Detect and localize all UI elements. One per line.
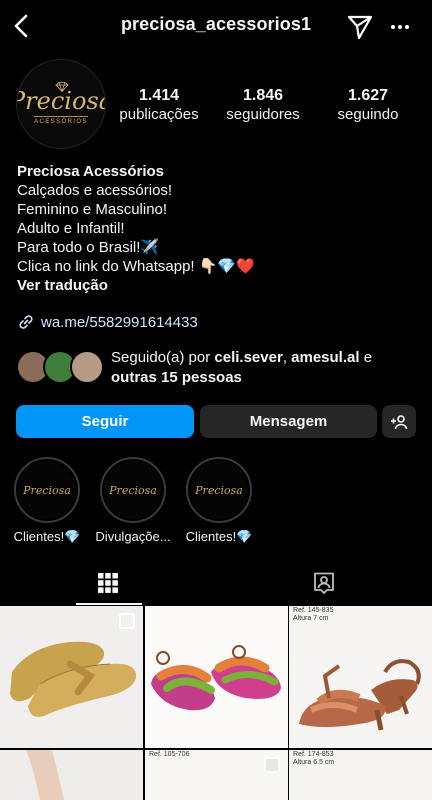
highlight-cover: Preciosa [18, 461, 76, 519]
story-highlight[interactable]: Preciosa Clientes!💎 [175, 457, 263, 545]
ref-code: Ref. 105-706 [149, 751, 190, 758]
carousel-icon [119, 613, 135, 629]
more-horizontal-icon [391, 25, 409, 29]
tab-tagged[interactable] [216, 561, 432, 605]
posts-grid: Ref. 145-835 Altura 7 cm Ref. 105-706 Ref… [0, 606, 432, 800]
highlight-label: Clientes!💎 [185, 529, 253, 544]
followers-others[interactable]: outras 15 pessoas [111, 369, 242, 386]
active-tab-indicator [76, 603, 142, 605]
stat-label: publicações [119, 106, 199, 123]
diamond-icon [55, 82, 69, 92]
avatar-logo-text: Preciosa [17, 87, 105, 115]
post-thumbnail[interactable] [145, 606, 288, 748]
ref-code: Ref. 145-835 [293, 607, 334, 614]
stat-posts[interactable]: 1.414 publicações [109, 87, 209, 125]
link-icon [19, 315, 33, 329]
highlight-label: Divulgaçõe... [95, 529, 171, 544]
ref-code: Ref. 174-853 [293, 751, 334, 758]
profile-link[interactable]: wa.me/5582991614433 [17, 312, 198, 332]
heel-height: Altura 7 cm [293, 615, 329, 622]
add-person-icon [391, 414, 408, 429]
highlight-ring: Preciosa [14, 457, 80, 523]
stat-value: 1.846 [242, 87, 284, 104]
avatar-logo-subtitle: ACESSÓRIOS [34, 116, 88, 125]
profile-display-name: Preciosa Acessórios [17, 163, 165, 180]
product-reference: Ref. 145-835 Altura 7 cm [293, 607, 333, 623]
leg-image [26, 750, 64, 800]
see-translation-link[interactable]: Ver tradução [17, 276, 255, 295]
highlight-ring: Preciosa [100, 457, 166, 523]
followed-by-text: Seguido(a) por celi.sever, amesul.al e ou… [111, 348, 411, 388]
bio-line: Clica no link do Whatsapp! 👇🏻💎❤️ [17, 258, 255, 275]
stat-following[interactable]: 1.627 seguindo [318, 87, 418, 125]
follower-username[interactable]: celi.sever [214, 349, 282, 366]
send-button[interactable] [346, 13, 374, 41]
paper-plane-icon [347, 15, 373, 40]
followed-prefix: Seguido(a) por [111, 349, 215, 366]
link-text[interactable]: wa.me/5582991614433 [41, 314, 198, 331]
follow-button[interactable]: Seguir [16, 405, 194, 438]
highlight-label: Clientes!💎 [13, 529, 81, 544]
tagged-person-icon [314, 572, 334, 594]
post-thumbnail[interactable]: Ref. 174-853 Altura 6.5 cm [289, 750, 432, 800]
tab-posts-grid[interactable] [0, 561, 216, 605]
conjunction: e [359, 349, 373, 366]
grid-icon [98, 573, 118, 593]
stat-label: seguindo [337, 106, 399, 123]
story-highlight[interactable]: Preciosa Clientes!💎 [3, 457, 91, 545]
bio-line: Adulto e Infantil! [17, 220, 125, 237]
bio-line: Calçados e acessórios! [17, 182, 173, 199]
story-highlight[interactable]: Preciosa Divulgaçõe... [89, 457, 177, 544]
post-thumbnail[interactable] [0, 750, 143, 800]
highlight-ring: Preciosa [186, 457, 252, 523]
product-reference: Ref. 105-706 [149, 751, 189, 759]
colorful-sandals-image [151, 645, 281, 711]
stat-value: 1.414 [138, 87, 180, 104]
stat-followers[interactable]: 1.846 seguidores [213, 87, 313, 125]
post-thumbnail[interactable] [0, 606, 143, 748]
message-button[interactable]: Mensagem [200, 405, 377, 438]
top-bar: preciosa_acessorios1 [0, 0, 432, 52]
more-options-button[interactable] [386, 13, 414, 41]
suggested-users-button[interactable] [382, 405, 416, 438]
mutual-avatars [16, 350, 106, 386]
separator: , [282, 349, 292, 366]
profile-tabs [0, 561, 432, 605]
follower-username[interactable]: amesul.al [291, 349, 359, 366]
post-thumbnail[interactable]: Ref. 105-706 [145, 750, 288, 800]
brown-heel-sandals-image [299, 659, 421, 731]
product-reference: Ref. 174-853 Altura 6.5 cm [293, 751, 334, 767]
post-thumbnail[interactable]: Ref. 145-835 Altura 7 cm [289, 606, 432, 748]
stat-value: 1.627 [347, 87, 389, 104]
highlight-cover: Preciosa [190, 461, 248, 519]
avatar [70, 350, 104, 384]
profile-bio: Preciosa Acessórios Calçados e acessório… [17, 162, 255, 295]
bio-line: Para todo o Brasil!✈️ [17, 239, 160, 256]
stat-label: seguidores [226, 106, 300, 123]
bio-line: Feminino e Masculino! [17, 201, 168, 218]
highlight-cover: Preciosa [104, 461, 162, 519]
heel-height: Altura 6.5 cm [293, 759, 335, 766]
followed-by[interactable]: Seguido(a) por celi.sever, amesul.al e ou… [16, 348, 416, 388]
profile-avatar[interactable]: Preciosa ACESSÓRIOS [16, 59, 106, 149]
carousel-icon [264, 757, 280, 773]
